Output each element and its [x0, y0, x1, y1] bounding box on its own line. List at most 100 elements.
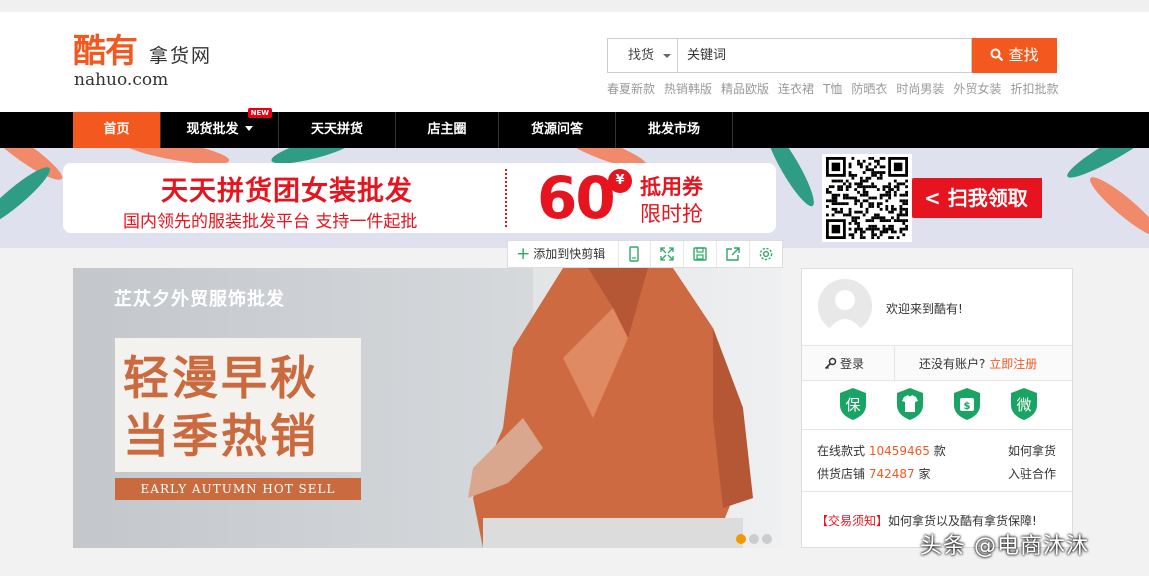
watermark: 头条 @电商沐沐: [920, 534, 1089, 559]
guarantee-badge-label: 保: [845, 396, 860, 414]
plus-icon: +: [516, 244, 531, 264]
carousel-dot[interactable]: [736, 534, 746, 544]
hot-keyword[interactable]: 连衣裙: [778, 82, 814, 96]
join-link[interactable]: 入驻合作: [1008, 465, 1056, 482]
share-icon[interactable]: [716, 241, 748, 267]
hot-keyword[interactable]: 热销韩版: [664, 82, 712, 96]
settings-icon[interactable]: [749, 241, 781, 267]
expand-icon[interactable]: [650, 241, 682, 267]
chevron-down-icon: [244, 126, 253, 131]
hot-keyword[interactable]: 防晒衣: [851, 82, 887, 96]
leaf-decoration: [1084, 171, 1149, 243]
login-label: 登录: [840, 357, 865, 371]
add-to-clip-label: 添加到快剪辑: [533, 247, 606, 261]
site-stats: 在线款式 10459465 款 供货店铺 742487 家 如何拿货 入驻合作: [802, 429, 1072, 491]
nav-item-market[interactable]: 批发市场: [616, 112, 733, 148]
search-button-label: 查找: [1008, 46, 1039, 64]
search-input[interactable]: [677, 38, 972, 73]
nav-item-wholesale[interactable]: 现货批发 NEW: [161, 108, 279, 148]
how-to-link[interactable]: 如何拿货: [1008, 442, 1056, 459]
leaf-decoration: [1062, 148, 1149, 185]
currency-badge: ¥: [608, 169, 632, 193]
notice-link[interactable]: 如何拿货以及酷有拿货保障!: [888, 512, 1037, 529]
logo[interactable]: 酷有 拿货网 nahuo.com: [73, 32, 233, 92]
online-styles-stat: 在线款式 10459465 款: [817, 442, 946, 459]
nav-item-label: 批发市场: [647, 122, 700, 137]
qr-code-image: [826, 157, 908, 239]
stat-label: 供货店铺: [817, 467, 866, 481]
shops-stat: 供货店铺 742487 家: [817, 465, 931, 482]
promo-banner[interactable]: 天天拼货团女装批发 国内领先的服装批发平台 支持一件起批 60 ¥ 抵用券 限时…: [0, 148, 1149, 248]
micro-shield-icon[interactable]: 微: [1009, 387, 1039, 421]
nav-item-label: 店主圈: [427, 122, 467, 137]
micro-badge-label: 微: [1016, 396, 1031, 414]
slide-brand: 芷苁夕外贸服饰批发: [114, 289, 285, 310]
hot-keyword[interactable]: 折扣批款: [1010, 82, 1058, 96]
nav-item-home[interactable]: 首页: [73, 112, 161, 148]
main-nav: 首页 现货批发 NEW 天天拼货 店主圈 货源问答 批发市场: [0, 108, 1149, 148]
coupon-label: 抵用券: [640, 175, 703, 199]
new-badge: NEW: [247, 108, 272, 118]
search-category-label: 找货: [628, 48, 655, 63]
nav-item-qa[interactable]: 货源问答: [499, 112, 616, 148]
hot-keyword[interactable]: 春夏新款: [607, 82, 655, 96]
user-panel: 欢迎来到酷有! 登录 还没有账户? 立即注册 保 衣 $ 微 在线款式 1045…: [801, 268, 1073, 548]
payment-shield-icon[interactable]: $: [952, 387, 982, 421]
hot-keywords: 春夏新款 热销韩版 精品欧版 连衣裙 T恤 防晒衣 时尚男装 外贸女装 折扣批款: [607, 80, 1077, 98]
scan-claim-button[interactable]: < 扫我领取: [912, 178, 1042, 218]
hot-keyword[interactable]: T恤: [823, 82, 842, 96]
nav-item-label: 现货批发: [186, 122, 239, 137]
search-category-select[interactable]: 找货: [607, 38, 677, 73]
nav-item-label: 首页: [103, 122, 130, 137]
top-strip: [0, 0, 1149, 12]
key-icon: [824, 357, 837, 370]
save-icon[interactable]: [683, 241, 715, 267]
nav-item-shop-circle[interactable]: 店主圈: [396, 112, 499, 148]
notice-tag: 【交易须知】: [816, 514, 889, 528]
clothing-shield-icon[interactable]: 衣: [895, 387, 925, 421]
phone-icon[interactable]: [618, 241, 650, 267]
register-prompt: 还没有账户? 立即注册: [919, 346, 1037, 382]
coupon-limited: 限时抢: [640, 202, 703, 226]
stat-unit: 款: [933, 444, 946, 458]
login-link[interactable]: 登录: [824, 346, 864, 382]
carousel-dots: [736, 529, 775, 548]
auth-row: 登录 还没有账户? 立即注册: [802, 345, 1072, 382]
logo-subtitle: 拿货网: [149, 45, 213, 67]
slide-headline-1: 轻漫早秋: [123, 351, 319, 405]
hot-keyword[interactable]: 外贸女装: [953, 82, 1001, 96]
hot-keyword[interactable]: 时尚男装: [896, 82, 944, 96]
add-to-clip-button[interactable]: + 添加到快剪辑: [516, 241, 605, 267]
promo-card: 天天拼货团女装批发 国内领先的服装批发平台 支持一件起批 60 ¥ 抵用券 限时…: [63, 163, 776, 233]
no-account-text: 还没有账户?: [919, 357, 986, 371]
guarantee-shield-icon[interactable]: 保: [838, 387, 868, 421]
register-link[interactable]: 立即注册: [989, 357, 1037, 371]
nav-item-label: 货源问答: [530, 122, 583, 137]
hot-keyword[interactable]: 精品欧版: [721, 82, 769, 96]
carousel-dot[interactable]: [749, 534, 759, 544]
logo-mark: 酷有: [73, 31, 138, 70]
avatar: [818, 279, 872, 333]
nav-item-group-buy[interactable]: 天天拼货: [279, 112, 396, 148]
hero-carousel[interactable]: 芷苁夕外贸服饰批发 轻漫早秋 当季热销 EARLY AUTUMN HOT SEL…: [73, 268, 783, 548]
qr-code: [822, 154, 912, 242]
divider: [894, 346, 895, 382]
search-button[interactable]: 查找: [972, 38, 1057, 73]
user-silhouette-icon: [826, 290, 864, 333]
promo-title: 天天拼货团女装批发: [161, 176, 413, 207]
clip-toolbar: + 添加到快剪辑: [507, 240, 783, 268]
promo-divider: [505, 169, 507, 227]
search-icon: [990, 48, 1004, 62]
promo-subtitle: 国内领先的服装批发平台 支持一件起批: [123, 212, 418, 232]
model-photo: [468, 268, 753, 548]
carousel-dot[interactable]: [762, 534, 772, 544]
stat-value: 742487: [868, 467, 915, 481]
welcome-text: 欢迎来到酷有!: [886, 302, 963, 316]
leaf-decoration: [0, 161, 56, 233]
chevron-down-icon: [663, 54, 671, 58]
search-bar: 找货 查找: [607, 38, 1057, 73]
stat-label: 在线款式: [817, 444, 866, 458]
payment-badge-label: $: [964, 401, 971, 412]
logo-domain: nahuo.com: [74, 70, 169, 90]
header: 酷有 拿货网 nahuo.com 找货 查找 春夏新款热销韩版精品欧版连衣裙 T恤…: [0, 12, 1149, 112]
